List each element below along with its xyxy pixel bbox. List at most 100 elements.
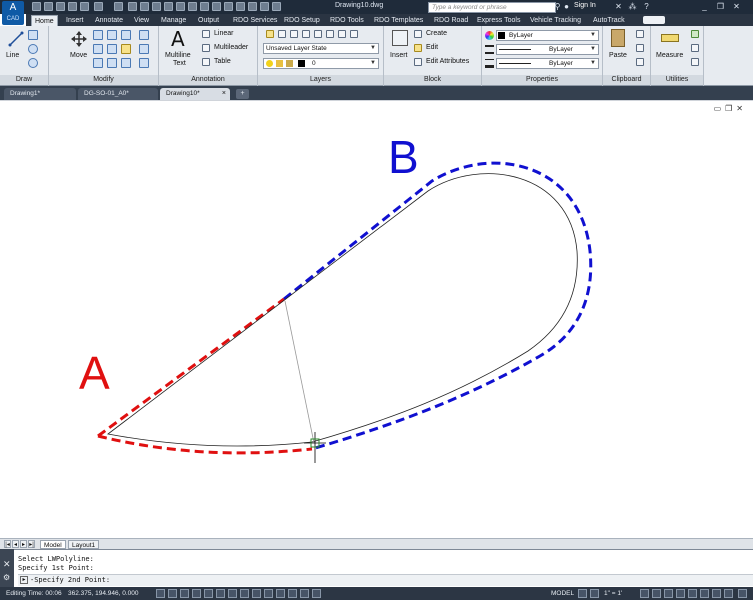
offset-icon[interactable] <box>121 58 131 68</box>
drawing-canvas[interactable]: ▭❐✕ A B <box>0 100 753 538</box>
layer-tool-icon[interactable] <box>338 30 346 38</box>
grid-display-icon[interactable] <box>180 589 189 598</box>
line-icon[interactable] <box>8 31 24 47</box>
qat-tool-icon[interactable] <box>140 2 149 11</box>
prev-layout-icon[interactable]: ◂ <box>12 540 19 548</box>
paste-icon[interactable] <box>611 29 625 47</box>
close-icon[interactable]: ✕ <box>3 559 11 570</box>
copy-icon[interactable] <box>93 30 103 40</box>
new-file-icon[interactable] <box>32 2 41 11</box>
qat-tool-icon[interactable] <box>188 2 197 11</box>
save-as-icon[interactable] <box>68 2 77 11</box>
doc-tab[interactable]: Drawing1* <box>4 88 76 100</box>
search-input[interactable]: Type a keyword or phrase <box>428 2 556 13</box>
object-snap-icon[interactable] <box>216 589 225 598</box>
trim-icon[interactable] <box>121 30 131 40</box>
move-button[interactable]: Move <box>70 52 87 59</box>
multileader-icon[interactable] <box>202 44 210 52</box>
id-point-icon[interactable] <box>691 58 699 66</box>
qat-tool-icon[interactable] <box>248 2 257 11</box>
ortho-mode-icon[interactable] <box>192 589 201 598</box>
dynamic-ucs-icon[interactable] <box>252 589 261 598</box>
move-icon[interactable] <box>71 31 87 47</box>
open-file-icon[interactable] <box>44 2 53 11</box>
create-block-icon[interactable] <box>414 30 422 38</box>
infer-constraints-icon[interactable] <box>156 589 165 598</box>
quick-view-drawings-icon[interactable] <box>590 589 599 598</box>
sign-in-link[interactable]: Sign In <box>574 2 596 9</box>
lock-ui-icon[interactable] <box>676 589 685 598</box>
layout-tab-model[interactable]: Model <box>40 540 66 549</box>
edit-attributes-button[interactable]: Edit Attributes <box>426 58 469 65</box>
layer-tool-icon[interactable] <box>302 30 310 38</box>
copy-clip-icon[interactable] <box>636 44 644 52</box>
block-panel-label[interactable]: Block <box>384 75 481 85</box>
qat-tool-icon[interactable] <box>176 2 185 11</box>
layer-tool-icon[interactable] <box>290 30 298 38</box>
doc-tab-active[interactable]: Drawing10* × <box>160 88 230 100</box>
multileader-button[interactable]: Multileader <box>214 44 248 51</box>
annotation-panel-label[interactable]: Annotation <box>159 75 257 85</box>
layer-state-dropdown[interactable]: Unsaved Layer State ▼ <box>263 43 379 54</box>
quick-properties-icon[interactable] <box>300 589 309 598</box>
command-input[interactable]: ▸ -Specify 2nd Point: <box>18 574 753 586</box>
qat-tool-icon[interactable] <box>224 2 233 11</box>
linear-dimension-icon[interactable] <box>202 30 210 38</box>
fillet-icon[interactable] <box>107 44 117 54</box>
status-tool-icon[interactable] <box>712 589 721 598</box>
calculator-icon[interactable] <box>691 44 699 52</box>
properties-panel-label[interactable]: Properties <box>482 75 602 85</box>
quick-select-icon[interactable] <box>691 30 699 38</box>
tab-annotate[interactable]: Annotate <box>95 15 123 26</box>
isolate-objects-icon[interactable] <box>700 589 709 598</box>
save-icon[interactable] <box>56 2 65 11</box>
close-icon[interactable]: ✕ <box>732 2 741 11</box>
tab-home[interactable]: Home <box>31 15 58 26</box>
array-icon[interactable] <box>107 58 117 68</box>
color-dropdown[interactable]: ByLayer ▼ <box>496 30 599 41</box>
circle-icon[interactable] <box>28 44 38 54</box>
line-button[interactable]: Line <box>6 52 19 59</box>
restore-icon[interactable]: ❐ <box>716 2 725 11</box>
tab-rdo-services[interactable]: RDO Services <box>233 15 277 26</box>
edit-block-button[interactable]: Edit <box>426 44 438 51</box>
connect-icon[interactable]: ⁂ <box>628 2 637 11</box>
redo-icon[interactable] <box>94 2 103 11</box>
tab-insert[interactable]: Insert <box>66 15 84 26</box>
doc-tab[interactable]: DG-SO-01_A0* <box>78 88 158 100</box>
3d-osnap-icon[interactable] <box>228 589 237 598</box>
polyline-icon[interactable] <box>28 30 38 40</box>
tab-express-tools[interactable]: Express Tools <box>477 15 520 26</box>
arc-icon[interactable] <box>28 58 38 68</box>
tab-rdo-templates[interactable]: RDO Templates <box>374 15 423 26</box>
table-button[interactable]: Table <box>214 58 231 65</box>
snap-mode-icon[interactable] <box>168 589 177 598</box>
tab-autotrack[interactable]: AutoTrack <box>593 15 625 26</box>
layer-tool-icon[interactable] <box>350 30 358 38</box>
wrench-icon[interactable]: ⚙ <box>3 573 10 582</box>
qat-tool-icon[interactable] <box>272 2 281 11</box>
next-layout-icon[interactable]: ▸ <box>20 540 27 548</box>
erase-icon[interactable] <box>139 30 149 40</box>
multiline-text-icon[interactable]: A <box>171 28 185 50</box>
paste-button[interactable]: Paste <box>609 52 627 59</box>
transparency-icon[interactable] <box>288 589 297 598</box>
user-icon[interactable]: ● <box>562 2 571 11</box>
chamfer-icon[interactable] <box>139 58 149 68</box>
qat-tool-icon[interactable] <box>200 2 209 11</box>
clean-screen-icon[interactable] <box>738 589 747 598</box>
qat-tool-icon[interactable] <box>260 2 269 11</box>
explode-icon[interactable] <box>121 44 131 54</box>
draw-panel-label[interactable]: Draw <box>0 75 48 85</box>
layer-tool-icon[interactable] <box>278 30 286 38</box>
layer-tool-icon[interactable] <box>326 30 334 38</box>
utilities-panel-label[interactable]: Utilities <box>651 75 703 85</box>
ribbon-options-icon[interactable] <box>643 16 665 24</box>
command-window-handle[interactable]: ✕ ⚙ <box>0 549 14 587</box>
first-layout-icon[interactable]: |◂ <box>4 540 11 548</box>
tab-vehicle-tracking[interactable]: Vehicle Tracking <box>530 15 581 26</box>
table-icon[interactable] <box>202 58 210 66</box>
quick-view-layouts-icon[interactable] <box>578 589 587 598</box>
annotation-scale[interactable]: 1" = 1' <box>604 587 622 600</box>
tab-rdo-road[interactable]: RDO Road <box>434 15 468 26</box>
